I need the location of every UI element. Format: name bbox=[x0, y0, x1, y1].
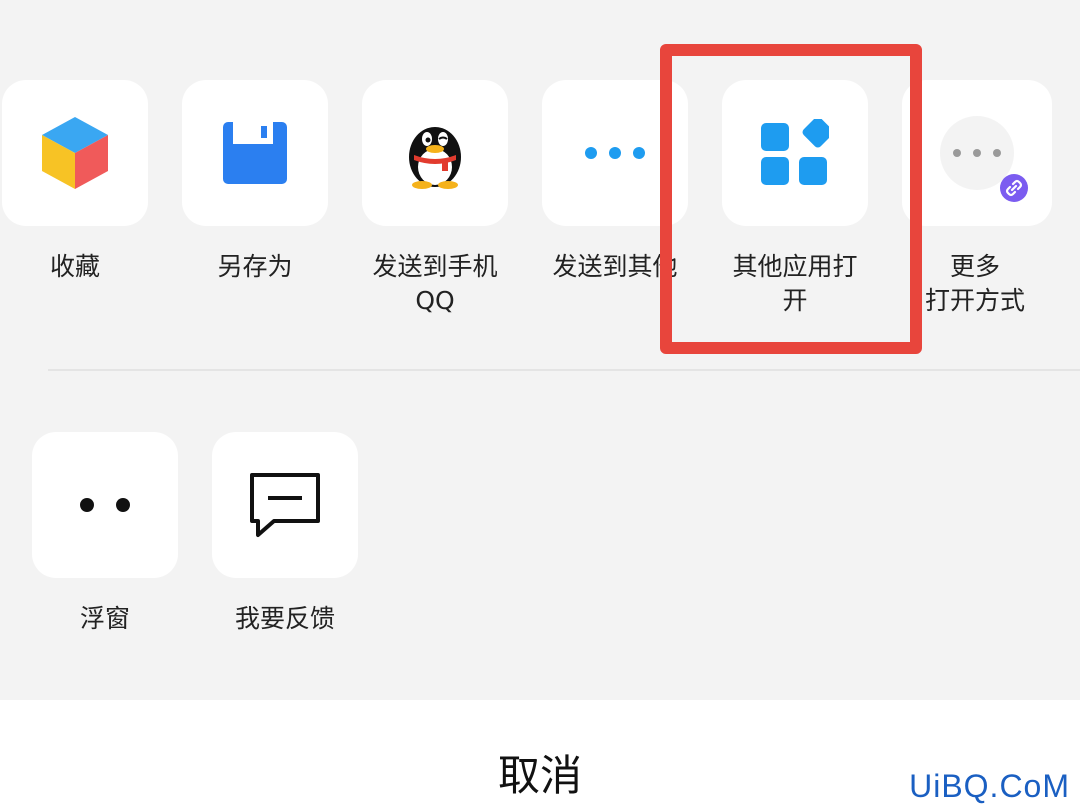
mini-program-icon bbox=[940, 116, 1028, 202]
send-to-mobile-qq-label: 发送到手机 QQ bbox=[372, 252, 498, 315]
apps-grid-icon bbox=[761, 119, 829, 185]
watermark: UiBQ.CoM bbox=[909, 768, 1070, 804]
share-sheet: 收藏 另存为 发送到手机 QQ 发送到其他 其他应用打 开 更多 打开方式 浮窗… bbox=[0, 0, 1080, 700]
float-window-button[interactable] bbox=[32, 432, 178, 578]
save-as-button[interactable] bbox=[182, 80, 328, 226]
more-open-options-button[interactable] bbox=[902, 80, 1052, 226]
feedback-icon bbox=[250, 473, 320, 537]
open-with-other-app-button[interactable] bbox=[722, 80, 868, 226]
link-badge-icon bbox=[1000, 174, 1028, 202]
share-actions-row: 收藏 另存为 发送到手机 QQ 发送到其他 其他应用打 开 更多 打开方式 bbox=[0, 80, 1080, 340]
float-window-label: 浮窗 bbox=[79, 604, 130, 633]
more-dots-icon bbox=[585, 147, 645, 159]
save-as-label: 另存为 bbox=[217, 252, 293, 281]
utility-actions-row: 浮窗 我要反馈 bbox=[0, 432, 1080, 652]
send-to-other-label: 发送到其他 bbox=[552, 252, 678, 281]
favorite-button[interactable] bbox=[2, 80, 148, 226]
float-window-icon bbox=[80, 498, 130, 512]
open-with-other-app-label: 其他应用打 开 bbox=[732, 252, 858, 315]
feedback-label: 我要反馈 bbox=[234, 604, 335, 633]
qq-penguin-icon bbox=[409, 127, 461, 189]
send-to-other-button[interactable] bbox=[542, 80, 688, 226]
feedback-button[interactable] bbox=[212, 432, 358, 578]
section-divider bbox=[48, 369, 1080, 371]
favorite-label: 收藏 bbox=[49, 252, 100, 281]
save-icon bbox=[223, 122, 287, 184]
cancel-button[interactable]: 取消 bbox=[440, 748, 640, 804]
more-open-options-label: 更多 打开方式 bbox=[924, 252, 1025, 315]
send-to-mobile-qq-button[interactable] bbox=[362, 80, 508, 226]
cube-icon bbox=[42, 117, 108, 189]
